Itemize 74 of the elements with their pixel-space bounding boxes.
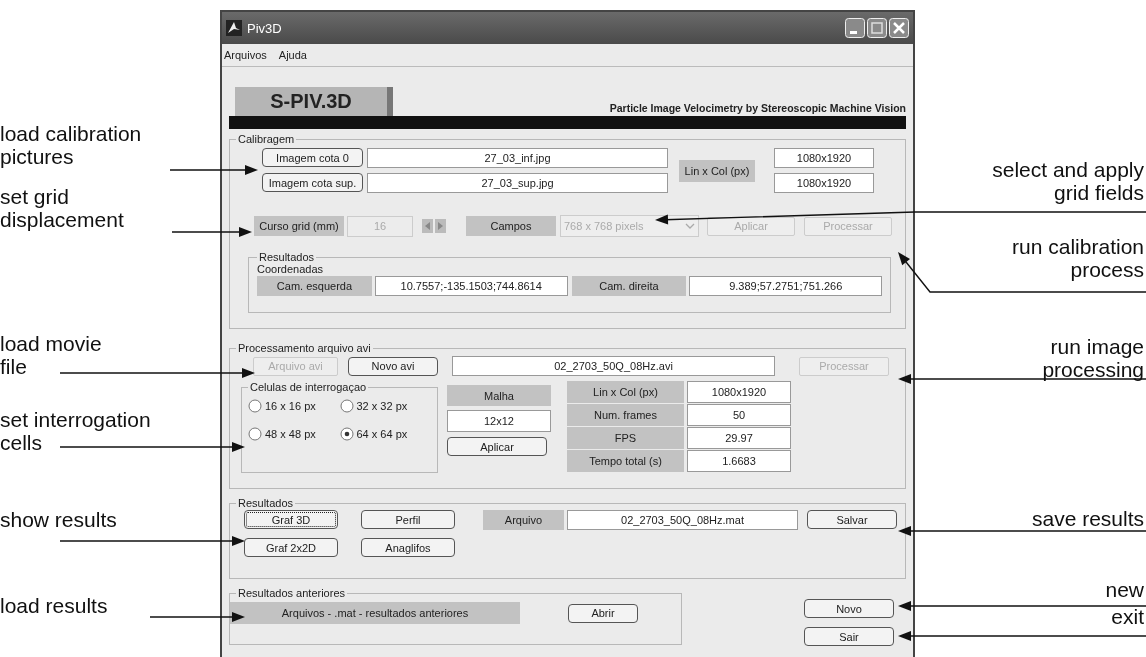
info-value: 1080x1920 [687, 381, 791, 403]
image-button[interactable]: Imagem cota sup. [262, 173, 363, 192]
annotation-label: exit [1111, 605, 1144, 628]
info-label: Num. frames [567, 404, 684, 426]
apply-button[interactable]: Aplicar [447, 437, 547, 456]
size-field: 1080x1920 [774, 173, 874, 193]
coordinates-label: Coordenadas [257, 263, 325, 275]
step-arrows-icon[interactable] [422, 219, 446, 233]
maximize-icon[interactable] [867, 18, 887, 38]
app-subtitle: Particle Image Velocimetry by Stereoscopic Machine Vision [609, 102, 906, 114]
avi-file-field[interactable]: 02_2703_50Q_08Hz.avi [452, 356, 775, 376]
cell-size-radio[interactable]: 48 x 48 px [248, 427, 340, 441]
annotation-label: run image processing [1042, 335, 1144, 381]
info-value: 29.97 [687, 427, 791, 449]
grid-label: Curso grid (mm) [254, 216, 344, 236]
annotation-label: save results [1031, 507, 1144, 530]
info-label: Tempo total (s) [567, 450, 684, 472]
annotation-label: load calibration pictures [0, 122, 142, 168]
coordinates-field: 9.389;57.2751;751.266 [689, 276, 882, 296]
group-title: Celulas de interrogaçao [249, 381, 368, 393]
group-title: Resultados anteriores [237, 587, 346, 599]
radio-icon[interactable] [339, 427, 354, 441]
previous-files-label: Arquivos - .mat - resultados anteriores [230, 602, 520, 624]
annotation-label: set grid displacement [0, 185, 124, 231]
radio-icon[interactable] [339, 399, 354, 413]
group-title: Calibragem [237, 133, 296, 145]
group-title: Processamento arquivo avi [237, 342, 372, 354]
menu-item[interactable]: Ajuda [278, 49, 307, 61]
annotation-label: show results [0, 508, 117, 531]
annotation-label: new [1105, 578, 1144, 601]
cell-size-radio[interactable]: 64 x 64 px [339, 427, 431, 441]
app-icon [226, 20, 242, 36]
info-value: 1.6683 [687, 450, 791, 472]
annotation-label: set interrogation cells [0, 408, 151, 454]
size-field: 1080x1920 [774, 148, 874, 168]
graph-button[interactable]: Graf 3D [244, 510, 338, 529]
info-label: Lin x Col (px) [567, 381, 684, 403]
size-label: Lin x Col (px) [679, 159, 755, 182]
info-value: 50 [687, 404, 791, 426]
close-icon[interactable] [889, 18, 909, 38]
cell-size-radio[interactable]: 16 x 16 px [248, 399, 340, 413]
annotation-label: run calibration process [1012, 235, 1144, 281]
action-button[interactable]: Novo [804, 599, 894, 618]
info-label: FPS [567, 427, 684, 449]
graph-button[interactable]: Graf 2x2D [244, 538, 338, 557]
annotation-label: load results [0, 594, 108, 617]
graph-button[interactable]: Anaglifos [361, 538, 455, 557]
group-title: Resultados [258, 251, 316, 263]
annotation-label: load movie file [0, 332, 102, 378]
annotation-label: select and apply grid fields [992, 158, 1144, 204]
radio-icon[interactable] [248, 427, 262, 441]
minimize-icon[interactable] [845, 18, 865, 38]
camera-label: Cam. direita [571, 276, 687, 296]
window-title: Piv3D [247, 20, 283, 36]
caret-icon [685, 223, 695, 229]
mesh-label: Malha [447, 385, 551, 406]
action-button[interactable]: Sair [804, 627, 894, 646]
image-button[interactable]: Imagem cota 0 [262, 148, 363, 167]
open-button[interactable]: Abrir [568, 603, 638, 623]
coordinates-field: 10.7557;-135.1503;744.8614 [374, 276, 568, 296]
file-field[interactable]: 27_03_sup.jpg [367, 173, 668, 193]
camera-label: Cam. esquerda [257, 276, 372, 296]
save-button[interactable]: Salvar [807, 510, 897, 529]
fields-label: Campos [466, 216, 556, 236]
mesh-field[interactable]: 12x12 [447, 410, 551, 432]
group-title: Resultados [237, 497, 295, 509]
result-file-field[interactable]: 02_2703_50Q_08Hz.mat [567, 510, 798, 530]
cell-size-radio[interactable]: 32 x 32 px [339, 399, 431, 413]
avi-button[interactable]: Novo avi [348, 356, 438, 376]
menu-item[interactable]: Arquivos [224, 49, 267, 61]
file-field[interactable]: 27_03_inf.jpg [367, 148, 668, 168]
graph-button[interactable]: Perfil [361, 510, 455, 529]
radio-icon[interactable] [248, 399, 262, 413]
file-label: Arquivo [483, 510, 564, 530]
